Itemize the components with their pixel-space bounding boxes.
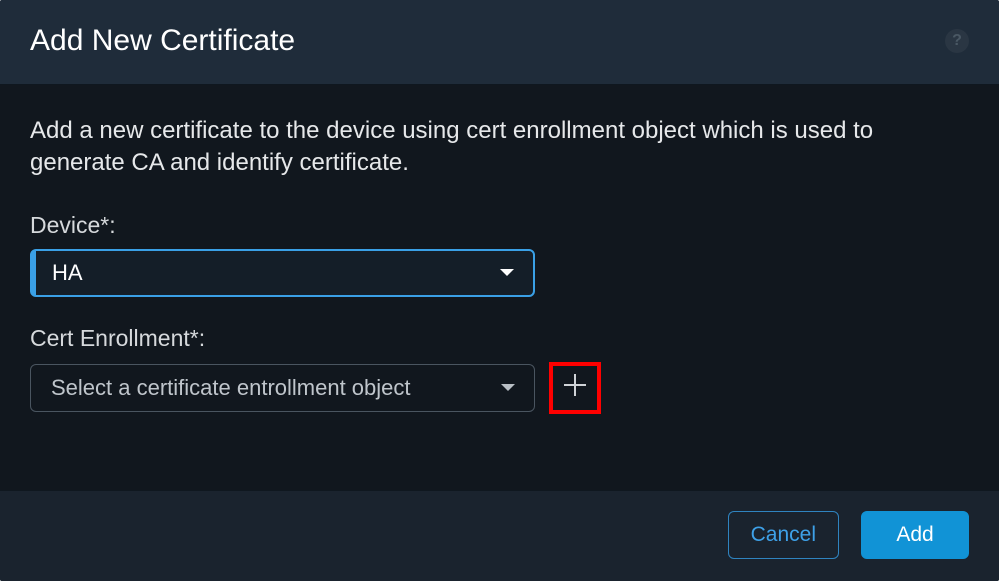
- dialog-header: Add New Certificate ?: [0, 0, 999, 85]
- add-new-certificate-dialog: Add New Certificate ? Add a new certific…: [0, 0, 999, 581]
- chevron-down-icon: [499, 268, 515, 278]
- device-field-group: Device*: HA: [30, 212, 969, 297]
- device-select[interactable]: HA: [30, 249, 535, 297]
- cert-enrollment-label: Cert Enrollment*:: [30, 325, 969, 352]
- add-cert-enrollment-button[interactable]: [549, 362, 601, 414]
- cert-enrollment-placeholder: Select a certificate entrollment object: [51, 375, 411, 401]
- add-button[interactable]: Add: [861, 511, 969, 559]
- cert-enrollment-field-group: Cert Enrollment*: Select a certificate e…: [30, 325, 969, 414]
- add-button-label: Add: [896, 523, 933, 547]
- cancel-button-label: Cancel: [751, 523, 816, 547]
- device-select-row: HA: [30, 249, 969, 297]
- device-label: Device*:: [30, 212, 969, 239]
- dialog-description: Add a new certificate to the device usin…: [30, 115, 969, 180]
- dialog-title: Add New Certificate: [30, 24, 295, 58]
- cert-enrollment-select-row: Select a certificate entrollment object: [30, 362, 969, 414]
- plus-icon: [561, 371, 589, 404]
- device-selected-value: HA: [52, 260, 83, 286]
- help-icon-glyph: ?: [952, 32, 962, 50]
- cancel-button[interactable]: Cancel: [728, 511, 839, 559]
- chevron-down-icon: [500, 383, 516, 393]
- cert-enrollment-select[interactable]: Select a certificate entrollment object: [30, 364, 535, 412]
- dialog-body: Add a new certificate to the device usin…: [0, 85, 999, 490]
- dialog-footer: Cancel Add: [0, 490, 999, 581]
- help-icon[interactable]: ?: [945, 29, 969, 53]
